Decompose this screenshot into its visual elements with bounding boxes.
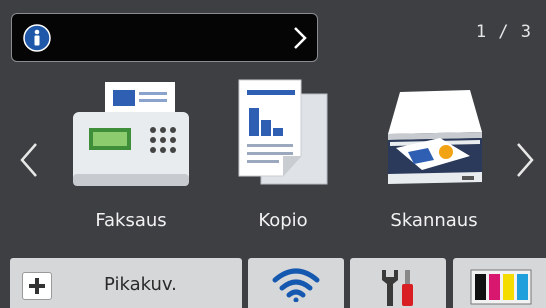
scan-icon	[388, 90, 482, 184]
settings-button[interactable]	[350, 258, 446, 308]
page-indicator: 1 / 3	[475, 22, 532, 42]
ink-button[interactable]	[453, 258, 546, 308]
plus-icon	[22, 272, 52, 300]
chevron-right-icon[interactable]	[291, 25, 309, 51]
next-page-button[interactable]	[514, 140, 536, 180]
app-label-fax: Faksaus	[95, 210, 167, 231]
settings-tools-icon	[382, 270, 413, 306]
app-label-scan: Skannaus	[390, 210, 478, 231]
copy-icon	[238, 79, 328, 185]
wifi-icon	[272, 268, 320, 302]
chevron-right-icon	[517, 143, 534, 177]
app-fax[interactable]: Faksaus	[66, 78, 196, 238]
app-scan[interactable]: Skannaus	[369, 78, 499, 238]
status-bar[interactable]	[11, 13, 318, 62]
ink-cartridges-icon	[470, 269, 532, 305]
info-icon[interactable]	[23, 24, 51, 52]
shortcut-label: Pikakuv.	[104, 274, 177, 295]
shortcut-button[interactable]: Pikakuv.	[10, 258, 242, 308]
app-copy[interactable]: Kopio	[218, 78, 348, 238]
previous-page-button[interactable]	[18, 140, 40, 180]
chevron-left-icon	[20, 143, 37, 177]
wifi-button[interactable]	[248, 258, 344, 308]
app-label-copy: Kopio	[258, 210, 308, 231]
fax-icon	[73, 82, 189, 186]
